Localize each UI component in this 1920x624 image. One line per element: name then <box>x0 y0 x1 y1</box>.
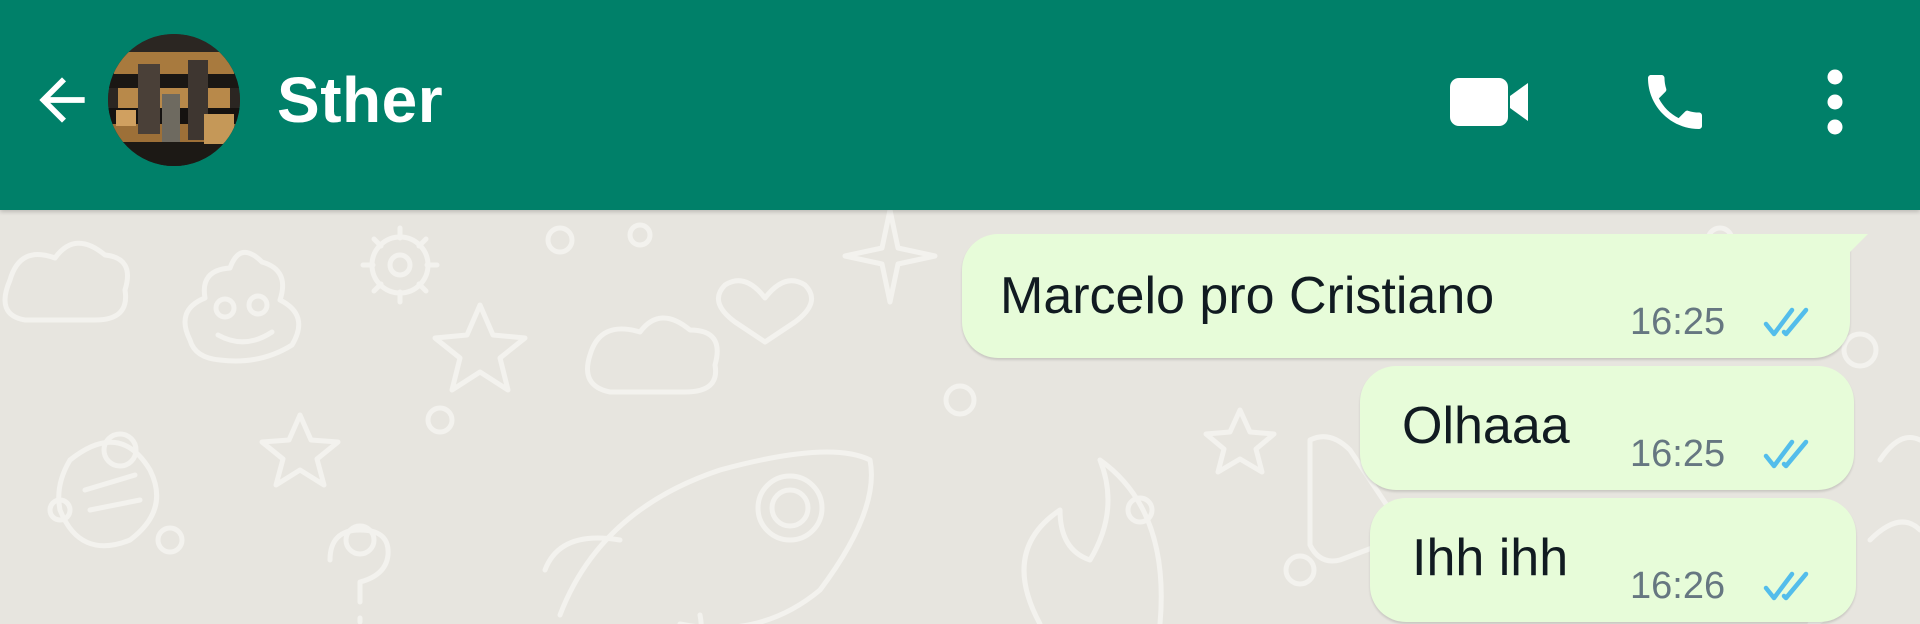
message-bubble[interactable]: Olhaaa 16:25 <box>1360 366 1854 490</box>
message-time: 16:26 <box>1630 565 1726 607</box>
chat-header: Sther <box>0 0 1920 210</box>
double-check-icon <box>1763 439 1809 469</box>
back-button[interactable] <box>24 62 100 138</box>
phone-icon <box>1648 75 1702 129</box>
message-bubble[interactable]: Marcelo pro Cristiano 16:25 <box>962 234 1868 358</box>
message-text: Marcelo pro Cristiano <box>1000 267 1495 325</box>
message-text: Olhaaa <box>1402 397 1570 455</box>
contact-name[interactable]: Sther <box>277 60 443 140</box>
voice-call-button[interactable] <box>1630 62 1720 142</box>
message-text: Ihh ihh <box>1412 529 1569 587</box>
more-vertical-icon <box>1827 69 1843 135</box>
more-options-button[interactable] <box>1800 62 1870 142</box>
message-time: 16:25 <box>1630 433 1726 475</box>
double-check-icon <box>1763 571 1809 601</box>
contact-avatar[interactable] <box>108 34 240 166</box>
avatar-image <box>108 34 240 166</box>
bubble-tail <box>1838 234 1868 264</box>
video-camera-icon <box>1450 78 1528 126</box>
chat-screen: Sther Marcelo pro Cristiano 16:25 Olhaaa… <box>0 0 1920 624</box>
message-time: 16:25 <box>1630 301 1726 343</box>
arrow-left-icon <box>39 77 85 123</box>
video-call-button[interactable] <box>1440 62 1540 142</box>
double-check-icon <box>1763 307 1809 337</box>
message-bubble[interactable]: Ihh ihh 16:26 <box>1370 498 1856 622</box>
message-list[interactable]: Marcelo pro Cristiano 16:25 Olhaaa 16:25… <box>0 210 1920 624</box>
